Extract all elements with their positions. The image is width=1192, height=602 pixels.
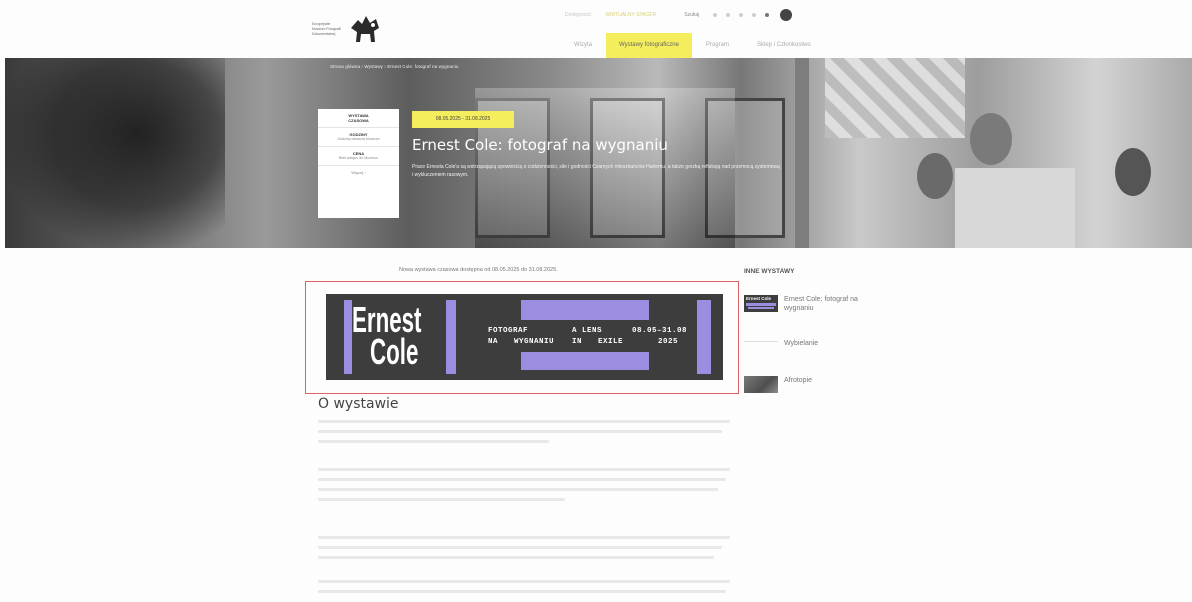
exhibition-banner: Ernest Cole FOTOGRAF NA WYGNANIU A LENS …: [326, 294, 723, 380]
banner-dates: 08.05–31.08: [632, 327, 688, 335]
paragraph-placeholder: [318, 536, 730, 566]
sidebar-title: INNE WYSTAWY: [744, 268, 795, 275]
utility-links: Dostępność WIRTUALNY SPACER Szukaj: [565, 9, 793, 21]
banner-text: IN: [572, 338, 583, 346]
instagram-icon[interactable]: [726, 13, 731, 17]
sidebar-item-afrotopie[interactable]: Afrotopie: [744, 376, 884, 393]
hero-photo-shadow: [5, 58, 225, 248]
banner-bar: [344, 300, 352, 374]
accessibility-link[interactable]: Dostępność: [565, 12, 591, 18]
sidebar-thumbnail[interactable]: [744, 376, 778, 393]
info-hours: GODZINY Godziny otwarcia Muzeum: [318, 128, 399, 147]
banner-bar: [446, 300, 456, 374]
date-badge: 08.05.2025 - 31.08.2025: [412, 111, 514, 128]
info-type: WYSTAWA CZASOWA: [318, 109, 399, 128]
hero-photo-figure: [1115, 148, 1151, 196]
banner-text: FOTOGRAF: [488, 327, 529, 335]
hero-photo-figure: [955, 168, 1075, 248]
sidebar-thumbnail[interactable]: Ernest Cole: [744, 295, 778, 312]
hero-photo-figure: [970, 113, 1012, 165]
social-links: [713, 9, 793, 21]
banner-text: NA: [488, 338, 499, 346]
sidebar-thumbnail[interactable]: [744, 341, 778, 343]
banner-text: A LENS: [572, 327, 603, 335]
youtube-icon[interactable]: [739, 13, 744, 17]
hero-photo-pole: [795, 58, 809, 248]
site-header: Europejskie Muzeum Fotografii Dokumental…: [0, 0, 1192, 58]
breadcrumb[interactable]: Strona główna › Wystawy › Ernest Cole: f…: [330, 64, 458, 69]
info-more-link[interactable]: Więcej ›: [320, 170, 397, 176]
page-title: Ernest Cole: fotograf na wygnaniu: [412, 136, 668, 154]
hero-section: Strona główna › Wystawy › Ernest Cole: f…: [5, 58, 1192, 248]
info-price: CENA Bilet wstępu do Muzeum: [318, 147, 399, 166]
sidebar-item-ernest-cole[interactable]: Ernest Cole Ernest Cole: fotograf na wyg…: [744, 295, 884, 313]
hero-photo-figure: [917, 153, 953, 199]
section-title: O wystawie: [318, 396, 399, 412]
sidebar-item-label[interactable]: Wybielanie: [784, 339, 884, 348]
facebook-icon[interactable]: [713, 13, 718, 17]
nav-program[interactable]: Program: [692, 33, 743, 58]
virtual-tour-link[interactable]: WIRTUALNY SPACER: [605, 12, 656, 18]
paragraph-placeholder: [318, 580, 730, 600]
logo-icon: [351, 16, 379, 42]
sidebar-item-label[interactable]: Ernest Cole: fotograf na wygnaniu: [784, 295, 884, 313]
nav-exhibitions[interactable]: Wystawy fotograficzne: [606, 33, 692, 58]
banner-text: WYGNANIU: [514, 338, 555, 346]
hero-description: Prace Ernesta Cole'a są wstrząsającą opo…: [412, 164, 780, 178]
exhibition-info-card: WYSTAWA CZASOWA GODZINY Godziny otwarcia…: [318, 109, 399, 218]
info-more: Więcej ›: [318, 166, 399, 180]
account-icon[interactable]: [780, 9, 793, 21]
banner-bar: [697, 300, 711, 374]
sidebar-item-wybielanie[interactable]: Wybielanie: [744, 339, 884, 348]
search-link[interactable]: Szukaj: [684, 12, 699, 18]
exhibition-intro: Nowa wystawa czasowa dostępna od 08.05.2…: [399, 267, 558, 273]
banner-bar: [521, 300, 649, 320]
hero-photo-pattern: [825, 58, 965, 138]
museum-logo[interactable]: Europejskie Muzeum Fotografii Dokumental…: [312, 14, 382, 44]
banner-bar: [521, 352, 649, 370]
banner-text: EXILE: [598, 338, 624, 346]
sidebar-item-label[interactable]: Afrotopie: [784, 376, 884, 385]
nav-shop[interactable]: Sklep i Członkostwo: [743, 33, 825, 58]
logo-text: Europejskie Muzeum Fotografii Dokumental…: [312, 21, 341, 36]
main-navigation: Wizyta Wystawy fotograficzne Program Skl…: [560, 33, 825, 58]
nav-visit[interactable]: Wizyta: [560, 33, 606, 58]
paragraph-placeholder: [318, 420, 730, 450]
banner-year: 2025: [658, 338, 679, 346]
cart-icon[interactable]: [765, 13, 770, 17]
banner-title-line2: Cole: [370, 331, 419, 372]
twitter-icon[interactable]: [752, 13, 757, 17]
paragraph-placeholder: [318, 468, 730, 508]
